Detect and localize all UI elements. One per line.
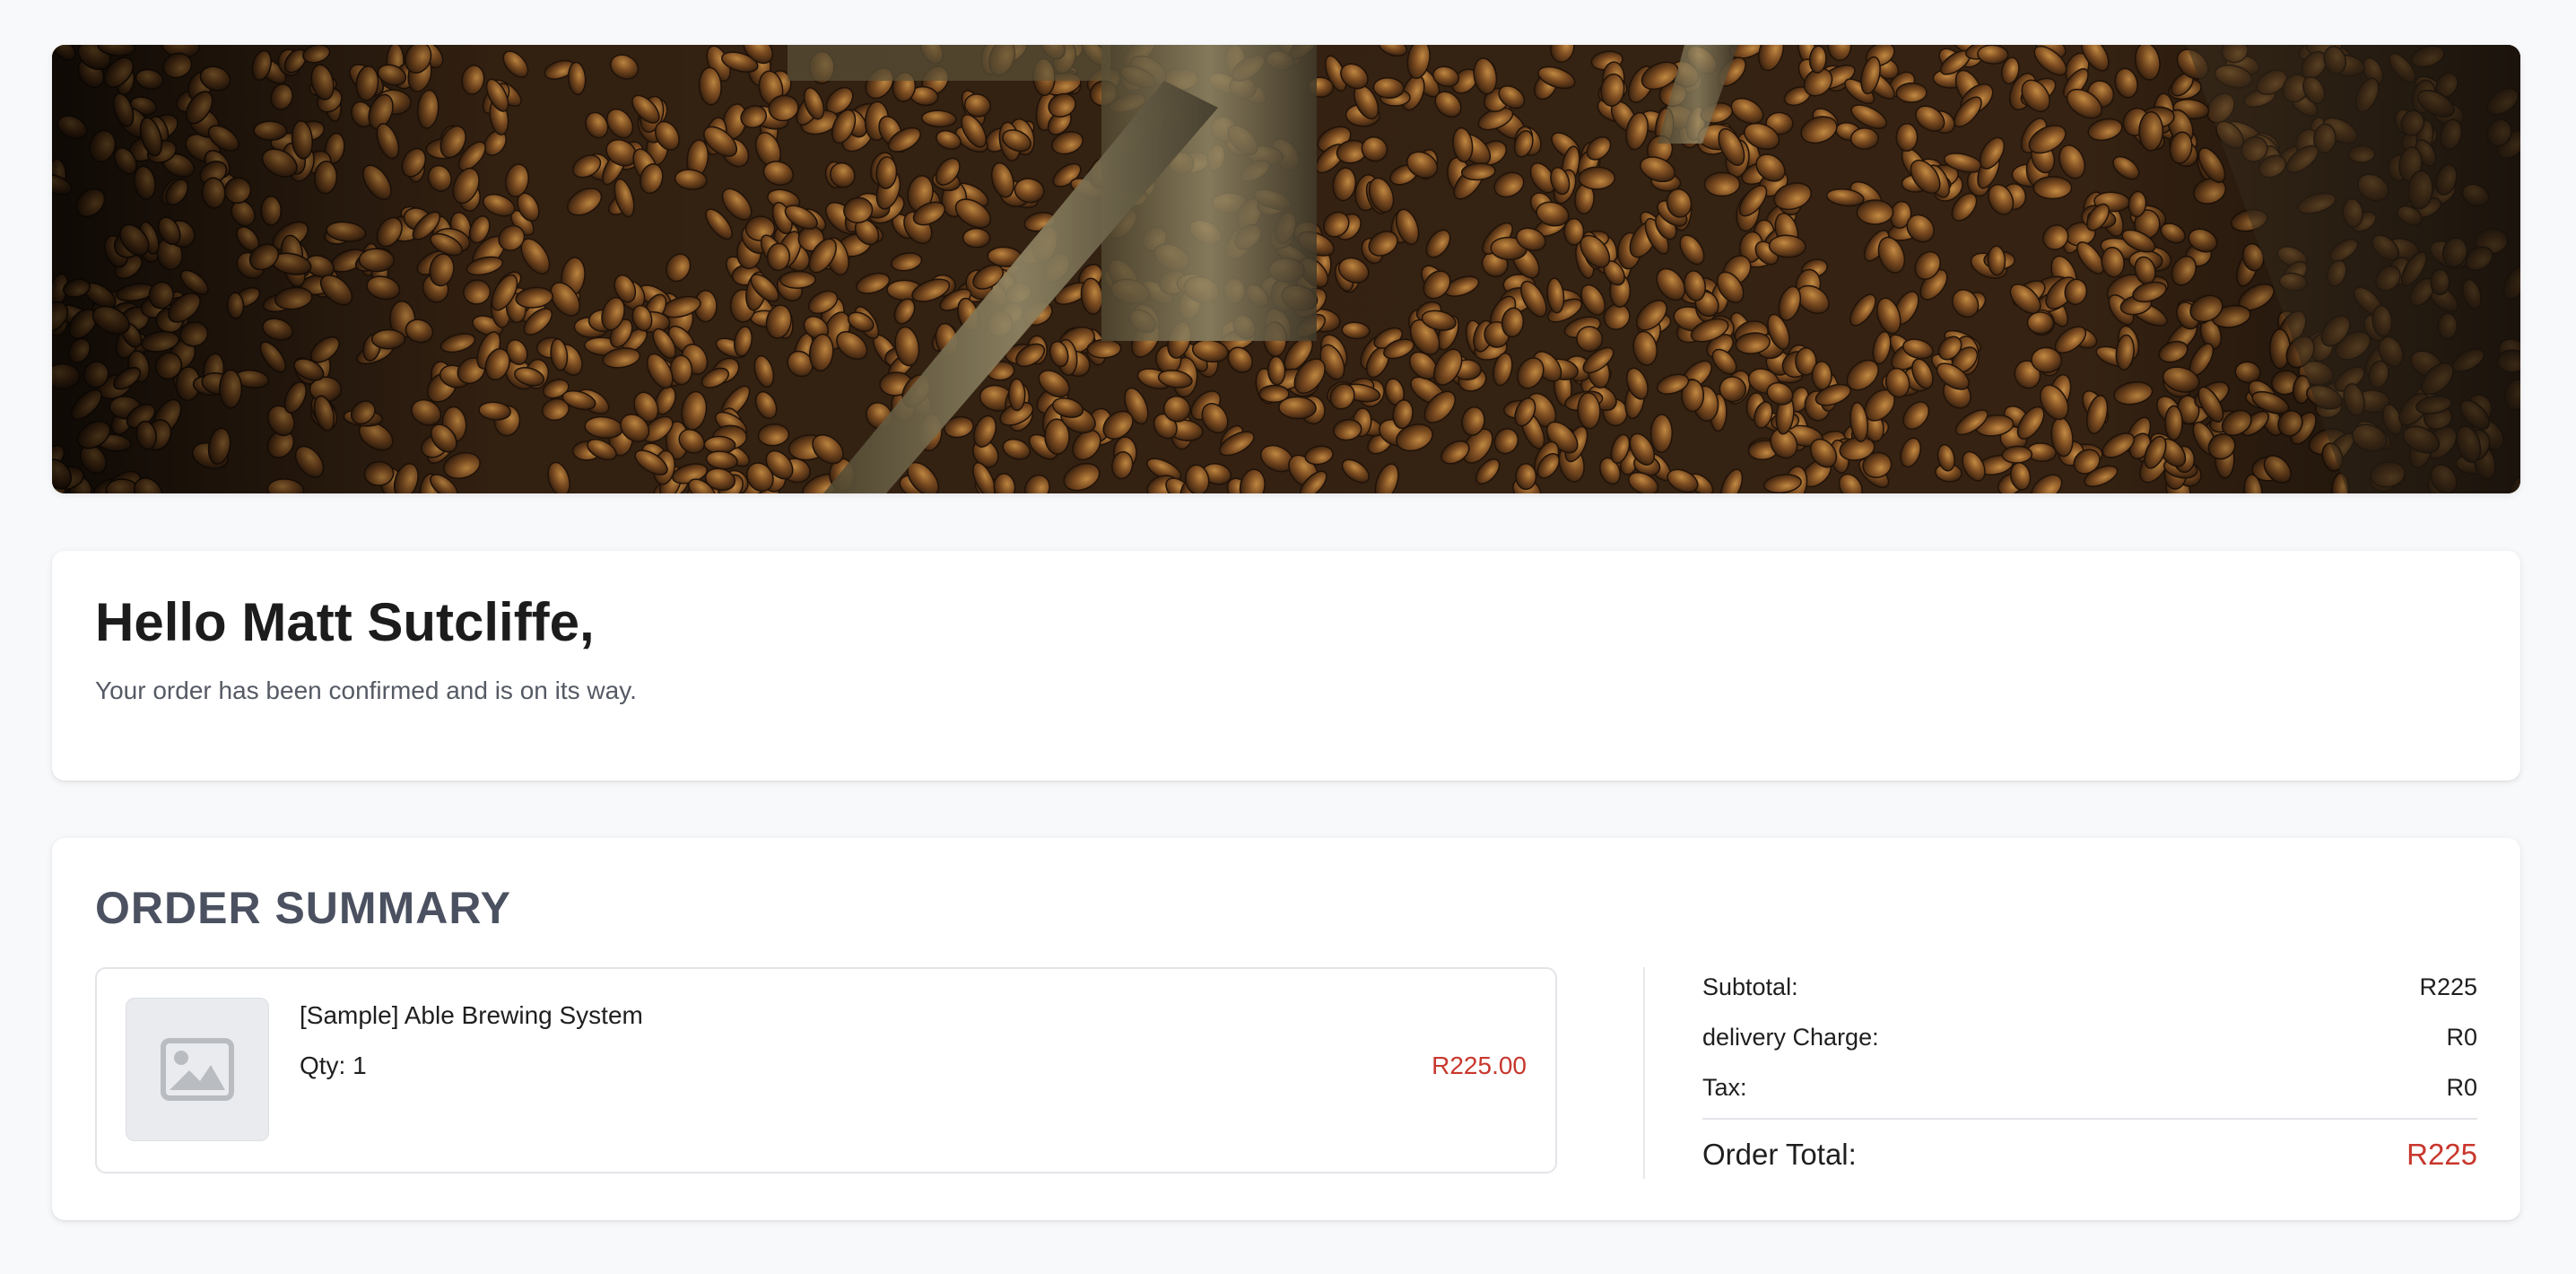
hero-banner-image [52, 45, 2520, 493]
order-confirmation-message: Your order has been confirmed and is on … [95, 676, 637, 704]
product-price: R225.00 [1432, 1051, 1527, 1079]
order-total-value: R225 [2406, 1138, 2477, 1171]
delivery-charge-row: delivery Charge: R0 [1702, 1012, 2477, 1062]
coffee-beans-illustration [52, 45, 2520, 493]
order-summary-card: ORDER SUMMARY [Sample] Able Brewing Syst… [52, 838, 2520, 1220]
product-quantity: Qty: 1 [300, 1051, 367, 1080]
order-total-row: Order Total: R225 [1702, 1132, 2477, 1177]
subtotal-value: R225 [2419, 973, 2477, 1000]
order-totals: Subtotal: R225 delivery Charge: R0 Tax: … [1702, 967, 2477, 1177]
order-summary-heading: ORDER SUMMARY [95, 883, 511, 933]
delivery-charge-label: delivery Charge: [1702, 1023, 1879, 1051]
product-thumbnail [126, 998, 269, 1141]
tax-label: Tax: [1702, 1073, 1747, 1101]
tax-row: Tax: R0 [1702, 1062, 2477, 1113]
product-name: [Sample] Able Brewing System [300, 1001, 643, 1029]
subtotal-label: Subtotal: [1702, 973, 1798, 1000]
summary-divider [1643, 967, 1645, 1179]
greeting-card: Hello Matt Sutcliffe, Your order has bee… [52, 551, 2520, 781]
greeting-title: Hello Matt Sutcliffe, [95, 592, 595, 652]
order-total-label: Order Total: [1702, 1138, 1857, 1171]
image-placeholder-icon [161, 1038, 234, 1101]
order-item: [Sample] Able Brewing System Qty: 1 R225… [95, 967, 1557, 1174]
quantity-value: 1 [352, 1051, 367, 1079]
tax-value: R0 [2446, 1073, 2477, 1101]
totals-divider [1702, 1118, 2477, 1120]
quantity-label: Qty: [300, 1051, 346, 1079]
delivery-charge-value: R0 [2446, 1023, 2477, 1051]
order-summary-body: [Sample] Able Brewing System Qty: 1 R225… [95, 967, 2477, 1191]
subtotal-row: Subtotal: R225 [1702, 962, 2477, 1012]
